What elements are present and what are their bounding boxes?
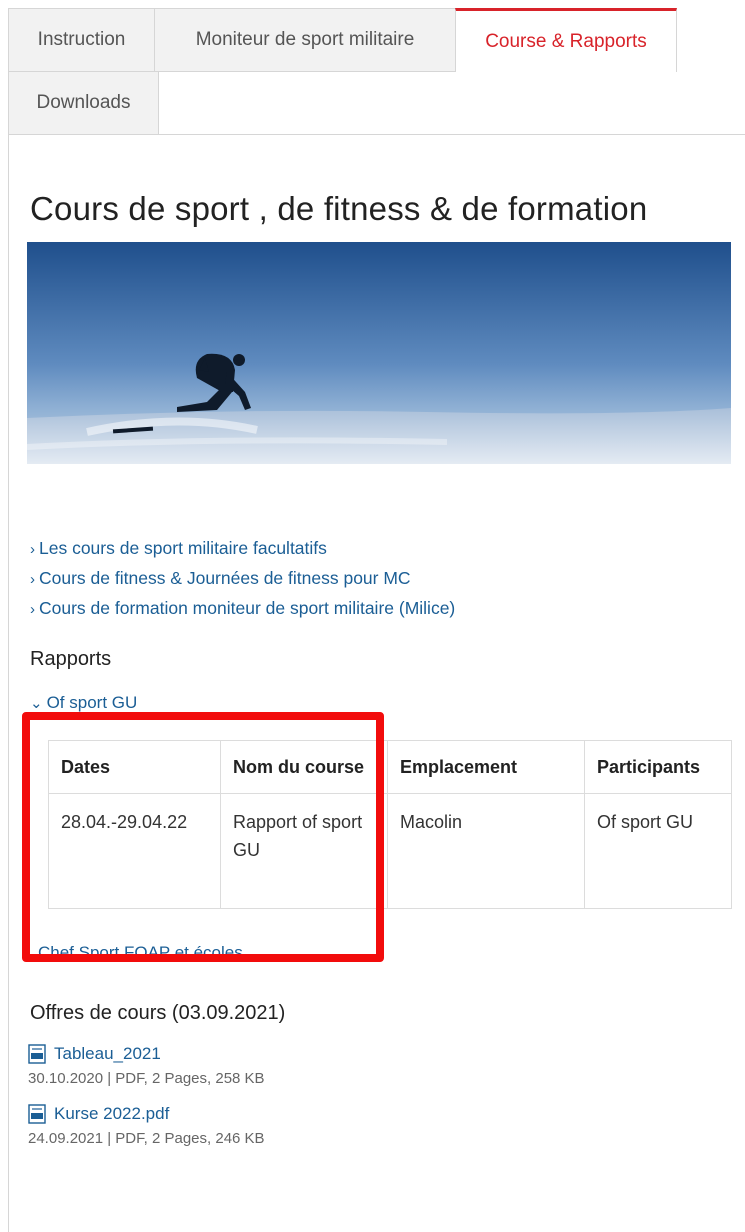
hero-image [27, 242, 731, 464]
chevron-down-icon: ⌄ [30, 695, 43, 712]
cell-emplacement: Macolin [387, 793, 585, 909]
chevron-right-icon: › [30, 571, 35, 588]
page-title: Cours de sport , de fitness & de formati… [30, 190, 648, 227]
file-meta: 24.09.2021 | PDF, 2 Pages, 246 KB [28, 1130, 265, 1147]
link-label: Cours de fitness & Journées de fitness p… [39, 568, 411, 588]
link-label: Cours de formation moniteur de sport mil… [39, 598, 456, 618]
file-link-tableau-2021[interactable]: Tableau_2021 [28, 1044, 265, 1064]
link-cours-sport-militaire-facultatifs[interactable]: › Les cours de sport militaire facultatif… [30, 534, 455, 564]
header-participants: Participants [584, 740, 732, 794]
chevron-right-icon: › [30, 601, 35, 618]
chevron-right-icon: › [30, 541, 35, 558]
file-item: Kurse 2022.pdf 24.09.2021 | PDF, 2 Pages… [28, 1104, 265, 1147]
tab-course-rapports[interactable]: Course & Rapports [455, 8, 677, 72]
cell-participants: Of sport GU [584, 793, 732, 909]
link-label: Les cours de sport militaire facultatifs [39, 538, 327, 558]
annotation-highlight-box [22, 712, 384, 962]
file-link-kurse-2022[interactable]: Kurse 2022.pdf [28, 1104, 265, 1124]
file-meta: 30.10.2020 | PDF, 2 Pages, 258 KB [28, 1070, 265, 1087]
pdf-icon [28, 1104, 46, 1124]
header-emplacement: Emplacement [387, 740, 585, 794]
accordion-label: Of sport GU [46, 693, 138, 712]
rapports-title: Rapports [30, 648, 112, 670]
file-name: Kurse 2022.pdf [54, 1104, 170, 1123]
offres-title: Offres de cours (03.09.2021) [30, 1002, 286, 1024]
link-cours-formation-moniteur[interactable]: › Cours de formation moniteur de sport mi… [30, 594, 455, 624]
tab-instruction[interactable]: Instruction [8, 8, 155, 72]
tab-moniteur-de-sport-militaire[interactable]: Moniteur de sport militaire [154, 8, 456, 72]
course-links: › Les cours de sport militaire facultatif… [30, 534, 455, 624]
file-name: Tableau_2021 [54, 1044, 161, 1063]
pdf-icon [28, 1044, 46, 1064]
tab-downloads[interactable]: Downloads [8, 71, 159, 135]
accordion-of-sport-gu[interactable]: ⌄ Of sport GU [30, 693, 137, 713]
file-item: Tableau_2021 30.10.2020 | PDF, 2 Pages, … [28, 1044, 265, 1087]
link-cours-fitness-journees[interactable]: › Cours de fitness & Journées de fitness … [30, 564, 455, 594]
